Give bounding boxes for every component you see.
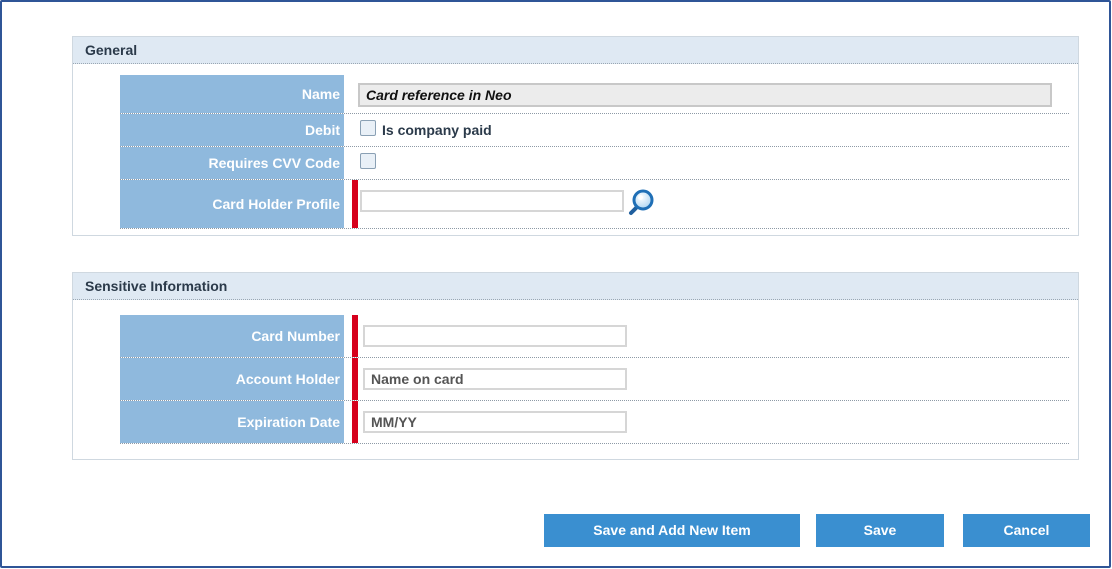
account-holder-placeholder: Name on card (371, 371, 464, 387)
expiration-date-row: Expiration Date MM/YY (120, 401, 1069, 444)
expiration-date-placeholder: MM/YY (371, 414, 417, 430)
sensitive-information-section: Sensitive Information Card Number Accoun… (72, 272, 1079, 460)
cancel-button[interactable]: Cancel (963, 514, 1090, 547)
search-icon[interactable] (628, 188, 656, 216)
debit-label: Debit (120, 114, 344, 146)
cvv-label: Requires CVV Code (120, 147, 344, 179)
account-holder-label: Account Holder (120, 358, 344, 400)
requires-cvv-checkbox[interactable] (360, 153, 376, 169)
name-value: Card reference in Neo (366, 87, 512, 103)
name-row: Name Card reference in Neo (120, 75, 1069, 114)
name-field: Card reference in Neo (358, 83, 1052, 107)
cvv-row: Requires CVV Code (120, 147, 1069, 180)
required-indicator (352, 401, 358, 443)
save-and-add-new-item-button[interactable]: Save and Add New Item (544, 514, 800, 547)
required-indicator (352, 180, 358, 228)
general-section: General Name Card reference in Neo Debit… (72, 36, 1079, 236)
expiration-date-input[interactable]: MM/YY (363, 411, 627, 433)
required-indicator (352, 358, 358, 400)
save-button[interactable]: Save (816, 514, 944, 547)
name-label: Name (120, 75, 344, 113)
account-holder-row: Account Holder Name on card (120, 358, 1069, 401)
card-holder-profile-row: Card Holder Profile (120, 180, 1069, 229)
dialog-frame: General Name Card reference in Neo Debit… (0, 0, 1111, 568)
expiration-date-label: Expiration Date (120, 401, 344, 443)
is-company-paid-checkbox[interactable] (360, 120, 376, 136)
general-section-title: General (73, 37, 1078, 64)
card-number-row: Card Number (120, 315, 1069, 358)
card-number-label: Card Number (120, 315, 344, 357)
is-company-paid-label: Is company paid (382, 122, 492, 138)
required-indicator (352, 315, 358, 357)
card-holder-profile-label: Card Holder Profile (120, 180, 344, 228)
sensitive-information-title: Sensitive Information (73, 273, 1078, 300)
account-holder-input[interactable]: Name on card (363, 368, 627, 390)
card-holder-profile-input[interactable] (360, 190, 624, 212)
card-number-input[interactable] (363, 325, 627, 347)
debit-row: Debit Is company paid (120, 114, 1069, 147)
